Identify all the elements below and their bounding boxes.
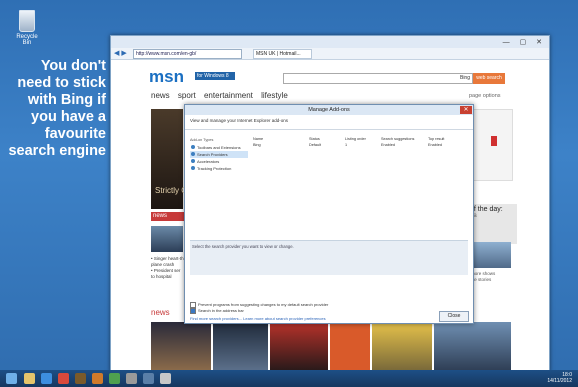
thumbnail[interactable] xyxy=(213,322,268,370)
window-controls[interactable]: — ▢ ✕ xyxy=(503,38,546,46)
addon-type-tracking[interactable]: Tracking Protection xyxy=(190,165,248,172)
news-image[interactable] xyxy=(151,226,183,252)
checkbox[interactable] xyxy=(190,308,196,315)
dialog-title: Manage Add-ons xyxy=(308,107,350,113)
system-clock[interactable]: 18:0 14/11/2012 xyxy=(547,372,572,384)
recycle-bin[interactable]: Recycle Bin xyxy=(12,10,42,52)
app-icon[interactable] xyxy=(160,373,171,384)
msn-search-input[interactable]: Bing xyxy=(283,73,473,84)
dialog-titlebar: Manage Add-ons ✕ xyxy=(185,105,473,115)
manage-addons-dialog: Manage Add-ons ✕ View and manage your In… xyxy=(184,104,474,324)
browser-titlebar: — ▢ ✕ xyxy=(111,36,549,48)
nav-link-entertainment[interactable]: entertainment xyxy=(204,91,253,100)
right-link[interactable]: lite stories xyxy=(471,277,495,283)
news-list: • Singer heart-th plane crash • Presiden… xyxy=(151,256,185,280)
news-item[interactable]: • President ser to hospital xyxy=(151,268,185,280)
addon-type-label: Search Providers xyxy=(197,152,228,157)
address-field[interactable]: http://www.msn.com/en-gb/ xyxy=(133,49,242,59)
col-search-suggestions[interactable]: Search suggestions xyxy=(381,137,414,141)
ad-accent xyxy=(491,136,497,146)
options-area: Prevent programs from suggesting changes… xyxy=(190,302,329,315)
addon-type-label: Accelerators xyxy=(197,159,220,164)
address-bar-area: ◀ ▶ http://www.msn.com/en-gb/ MSN UK | H… xyxy=(111,48,549,60)
day-panel[interactable]: of the day: na xyxy=(468,204,517,244)
option-label: Prevent programs from suggesting changes… xyxy=(198,302,329,308)
cell-order: 1 xyxy=(345,143,348,147)
caption-text: You don't need to stick with Bing if you… xyxy=(8,58,106,159)
dialog-close-icon[interactable]: ✕ xyxy=(460,106,472,114)
windows-badge: for Windows 8 xyxy=(195,72,235,80)
desktop: Recycle Bin You don't need to stick with… xyxy=(0,0,578,387)
dialog-description: View and manage your Internet Explorer a… xyxy=(190,118,288,123)
thumbnail[interactable] xyxy=(372,322,432,370)
app-icon[interactable] xyxy=(92,373,103,384)
providers-table: Name Status Listing order Search suggest… xyxy=(253,137,471,149)
accelerator-icon xyxy=(191,159,195,163)
web-search-button[interactable]: web search xyxy=(473,73,505,84)
news-item[interactable]: • Singer heart-th plane crash xyxy=(151,256,185,268)
news-bottom-label[interactable]: news xyxy=(151,308,170,317)
addon-types-list: Add-on Types Toolbars and Extensions Sea… xyxy=(190,138,248,172)
recycle-bin-icon xyxy=(19,10,35,32)
cell-top-result: Enabled xyxy=(428,143,442,147)
addon-type-label: Toolbars and Extensions xyxy=(197,145,241,150)
start-button-icon[interactable] xyxy=(6,373,17,384)
col-top-result[interactable]: Top result xyxy=(428,137,444,141)
browser-window: — ▢ ✕ ◀ ▶ http://www.msn.com/en-gb/ MSN … xyxy=(110,35,550,372)
app-icon[interactable] xyxy=(126,373,137,384)
right-links: more shows lite stories xyxy=(471,271,495,283)
option-search-address-bar[interactable]: Search in the address bar xyxy=(190,308,328,315)
nav-link-sport[interactable]: sport xyxy=(178,91,196,100)
addon-type-accelerators[interactable]: Accelerators xyxy=(190,158,248,165)
addon-types-header: Add-on Types xyxy=(190,138,214,142)
col-name[interactable]: Name xyxy=(253,137,263,141)
thumbnail[interactable] xyxy=(434,322,511,370)
chrome-icon[interactable] xyxy=(58,373,69,384)
clock-date: 14/11/2012 xyxy=(547,377,572,384)
cell-name: Bing xyxy=(253,143,261,147)
day-subtitle: na xyxy=(470,213,515,219)
nav-link-news[interactable]: news xyxy=(151,91,170,100)
msn-logo[interactable]: msn xyxy=(149,67,184,87)
thumbnail[interactable] xyxy=(270,322,328,370)
explorer-icon[interactable] xyxy=(24,373,35,384)
divider xyxy=(185,129,473,130)
msn-nav: news sport entertainment lifestyle xyxy=(151,91,294,100)
table-row[interactable]: Bing Default 1 Enabled Enabled xyxy=(253,143,471,149)
browser-tab[interactable]: MSN UK | Hotmail... xyxy=(253,49,312,59)
app-icon[interactable] xyxy=(143,373,154,384)
tracking-icon xyxy=(191,166,195,170)
ie-icon[interactable] xyxy=(41,373,52,384)
cell-status: Default xyxy=(309,143,322,147)
day-title: of the day: xyxy=(470,206,503,213)
thumbnail[interactable] xyxy=(151,322,211,370)
close-button[interactable]: Close xyxy=(439,311,469,322)
media-icon[interactable] xyxy=(75,373,86,384)
addon-type-search-providers[interactable]: Search Providers xyxy=(190,151,248,158)
addon-type-label: Tracking Protection xyxy=(197,166,232,171)
back-forward-icon[interactable]: ◀ ▶ xyxy=(114,49,127,57)
news-header[interactable]: news xyxy=(151,212,185,221)
thumbnail-strip xyxy=(151,322,511,370)
app-icon[interactable] xyxy=(109,373,120,384)
addon-type-toolbars[interactable]: Toolbars and Extensions xyxy=(190,144,248,151)
find-more-link[interactable]: Find more search providers... Learn more… xyxy=(190,316,326,321)
col-listing-order[interactable]: Listing order xyxy=(345,137,366,141)
thumbnail[interactable] xyxy=(330,322,370,370)
right-image[interactable] xyxy=(473,242,511,268)
page-options-link[interactable]: page options xyxy=(469,93,501,99)
details-panel: Select the search provider you want to v… xyxy=(190,240,468,275)
taskbar: 18:0 14/11/2012 xyxy=(0,370,578,387)
details-hint: Select the search provider you want to v… xyxy=(192,244,294,249)
option-label: Search in the address bar xyxy=(198,308,244,314)
search-icon xyxy=(191,152,195,156)
toolbar-icon xyxy=(191,145,195,149)
nav-link-lifestyle[interactable]: lifestyle xyxy=(261,91,288,100)
cell-suggestions: Enabled xyxy=(381,143,395,147)
feature-caption: Strictly C xyxy=(155,186,187,195)
col-status[interactable]: Status xyxy=(309,137,320,141)
recycle-bin-label: Recycle Bin xyxy=(16,34,38,46)
